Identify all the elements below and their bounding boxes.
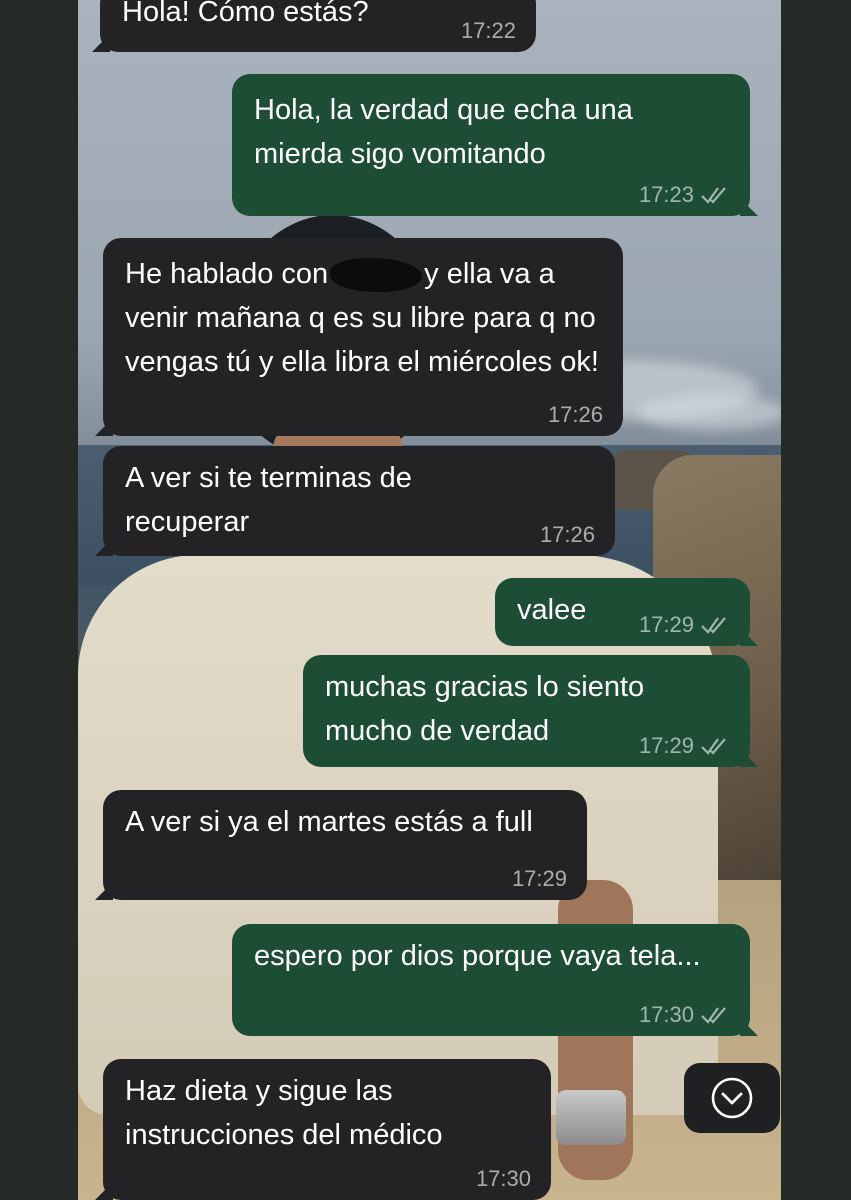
double-check-icon [701,738,726,755]
message-incoming[interactable]: A ver si ya el martes estás a full 17:29 [95,790,587,900]
message-text: A ver si ya el martes estás a full [125,806,533,838]
message-outgoing[interactable]: muchas gracias lo siento mucho de verdad… [303,655,758,767]
message-incoming[interactable]: He hablado con y ella va a venir mañana q… [95,238,623,436]
message-incoming[interactable]: Haz dieta y sigue las instrucciones del … [95,1059,551,1200]
message-text: Hola! Cómo estás? [122,0,369,28]
message-meta: 17:26 [548,402,603,428]
message-meta: 17:29 [512,866,567,892]
message-text: Haz dieta y sigue las instrucciones del … [125,1075,443,1151]
double-check-icon [701,617,726,634]
message-meta: 17:22 [461,18,516,44]
message-time: 17:26 [539,522,595,547]
message-time: 17:30 [475,1166,531,1191]
message-text: espero por dios porque vaya tela... [254,940,701,972]
message-time: 17:29 [638,612,694,637]
message-outgoing[interactable]: valee 17:29 [495,578,758,646]
message-time: 17:30 [638,1002,694,1027]
message-time: 17:26 [547,402,603,427]
left-frame [0,0,78,1200]
message-outgoing[interactable]: Hola, la verdad que echa una mierda sigo… [232,74,758,216]
double-check-icon [701,1007,726,1024]
message-meta: 17:29 [639,612,730,638]
message-time: 17:23 [638,182,694,207]
scroll-to-bottom-button[interactable] [684,1063,780,1133]
message-text-before: He hablado con [125,258,329,290]
message-outgoing[interactable]: espero por dios porque vaya tela... 17:3… [232,924,758,1036]
right-frame [781,0,851,1200]
message-text: He hablado con y ella va a venir mañana q… [125,252,601,384]
message-meta: 17:29 [639,733,730,759]
message-text: A ver si te terminas de recuperar [125,462,412,538]
double-check-icon [701,187,726,204]
message-time: 17:22 [460,18,516,43]
message-meta: 17:23 [639,182,730,208]
message-meta: 17:30 [639,1002,730,1028]
chevron-down-circle-icon [711,1077,753,1119]
message-meta: 17:26 [540,522,595,548]
message-incoming[interactable]: A ver si te terminas de recuperar 17:26 [95,446,615,556]
message-incoming[interactable]: Hola! Cómo estás? 17:22 [92,0,536,52]
message-time: 17:29 [511,866,567,891]
message-meta: 17:30 [476,1166,531,1192]
message-text: Hola, la verdad que echa una mierda sigo… [254,94,633,170]
redacted-name [330,258,423,293]
message-time: 17:29 [638,733,694,758]
